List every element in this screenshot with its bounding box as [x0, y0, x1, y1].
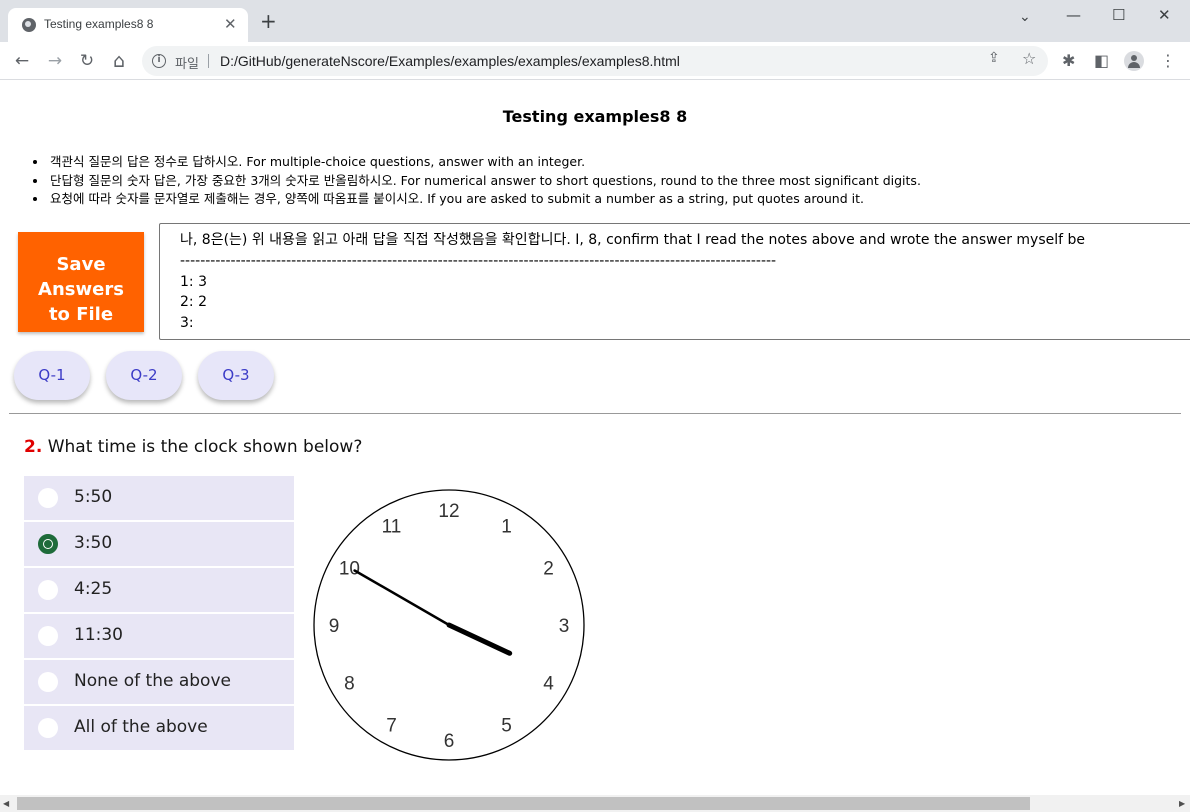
option-label: None of the above: [74, 671, 231, 691]
clock-numeral: 5: [501, 716, 512, 737]
clock-numeral: 8: [344, 674, 355, 695]
clock-numeral: 7: [386, 716, 397, 737]
clock-numeral: 1: [501, 516, 512, 537]
section-divider: [9, 413, 1181, 414]
back-button[interactable]: ←: [11, 50, 33, 72]
scroll-left-icon[interactable]: ◀: [3, 799, 9, 808]
answer-option[interactable]: 11:30: [24, 614, 294, 658]
option-label: 5:50: [74, 487, 113, 507]
question-prompt: 2. What time is the clock shown below?: [24, 437, 362, 457]
radio-button[interactable]: [38, 626, 58, 646]
clock-numeral: 9: [329, 616, 340, 637]
close-window-button[interactable]: ✕: [1158, 4, 1171, 26]
instruction-item: 객관식 질문의 답은 정수로 답하시오. For multiple-choice…: [48, 153, 1148, 172]
maximize-button[interactable]: ☐: [1112, 4, 1125, 26]
address-bar[interactable]: i 파일 D:/GitHub/generateNscore/Examples/e…: [142, 46, 1048, 76]
option-label: All of the above: [74, 717, 208, 737]
clock-numeral: 12: [438, 501, 459, 522]
save-button-line: Save: [56, 253, 106, 275]
extensions-icon[interactable]: ✱: [1062, 51, 1075, 71]
home-button[interactable]: ⌂: [108, 50, 130, 72]
answer-option[interactable]: 4:25: [24, 568, 294, 612]
dash-separator: ----------------------------------------…: [180, 252, 777, 269]
clock-numeral: 3: [559, 616, 570, 637]
radio-button-checked[interactable]: [38, 534, 58, 554]
instruction-item: 단답형 질문의 숫자 답은, 가장 중요한 3개의 숫자로 반올림하시오. Fo…: [48, 172, 1148, 191]
profile-avatar-icon[interactable]: [1124, 51, 1144, 71]
url-text[interactable]: D:/GitHub/generateNscore/Examples/exampl…: [220, 53, 680, 69]
bookmark-star-icon[interactable]: ☆: [1022, 49, 1036, 68]
clock-numeral: 4: [543, 674, 554, 695]
side-panel-icon[interactable]: ◧: [1094, 51, 1109, 71]
horizontal-scrollbar[interactable]: ◀ ▶: [0, 795, 1190, 812]
scrollbar-thumb[interactable]: [17, 797, 1030, 810]
answer-option[interactable]: None of the above: [24, 660, 294, 704]
instructions-list: 객관식 질문의 답은 정수로 답하시오. For multiple-choice…: [48, 153, 1148, 209]
scheme-label: 파일: [175, 57, 199, 72]
clock-numeral: 2: [543, 559, 554, 580]
answer-option-selected[interactable]: 3:50: [24, 522, 294, 566]
close-tab-icon[interactable]: ✕: [224, 14, 237, 34]
answer-line: 3:: [180, 315, 194, 332]
instruction-item: 요청에 따라 숫자를 문자열로 제출해는 경우, 양쪽에 따옴표를 붙이시오. …: [48, 190, 1148, 209]
address-divider: [208, 54, 209, 68]
clock-numeral: 10: [339, 559, 360, 580]
answers-textarea[interactable]: 나, 8은(는) 위 내용을 읽고 아래 답을 직접 작성했음을 확인합니다. …: [159, 223, 1190, 340]
browser-tab[interactable]: Testing examples8 8 ✕: [8, 8, 248, 42]
answer-line: 2: 2: [180, 294, 207, 311]
radio-button[interactable]: [38, 580, 58, 600]
option-label: 4:25: [74, 579, 113, 599]
question-text: What time is the clock shown below?: [47, 437, 363, 457]
question-number: 2.: [24, 437, 43, 457]
new-tab-button[interactable]: +: [260, 10, 277, 32]
answer-option[interactable]: All of the above: [24, 706, 294, 750]
radio-button[interactable]: [38, 718, 58, 738]
clock-numeral: 6: [444, 731, 455, 752]
browser-toolbar: ← → ↻ ⌂ i 파일 D:/GitHub/generateNscore/Ex…: [0, 42, 1190, 80]
menu-kebab-icon[interactable]: ⋮: [1160, 51, 1176, 71]
chevron-down-icon[interactable]: ⌄: [1019, 6, 1031, 28]
save-button-line: Answers: [38, 278, 124, 300]
save-button-line: to File: [48, 303, 114, 325]
share-icon[interactable]: ⇪: [988, 50, 1000, 66]
radio-button[interactable]: [38, 672, 58, 692]
reload-button[interactable]: ↻: [76, 50, 98, 72]
radio-button[interactable]: [38, 488, 58, 508]
confirmation-text: 나, 8은(는) 위 내용을 읽고 아래 답을 직접 작성했음을 확인합니다. …: [180, 232, 1085, 248]
option-label: 3:50: [74, 533, 113, 553]
analog-clock: 121234567891011: [313, 489, 585, 761]
page-title: Testing examples8 8: [502, 107, 688, 126]
answer-option[interactable]: 5:50: [24, 476, 294, 520]
info-icon[interactable]: i: [152, 54, 166, 68]
tab-title: Testing examples8 8: [44, 17, 154, 31]
browser-titlebar: Testing examples8 8 ✕ + ⌄ — ☐ ✕: [0, 0, 1190, 42]
question-nav-q1[interactable]: Q-1: [14, 351, 90, 400]
globe-icon: [22, 18, 36, 32]
question-nav-q2[interactable]: Q-2: [106, 351, 182, 400]
clock-numeral: 11: [382, 516, 402, 537]
answer-line: 1: 3: [180, 273, 207, 290]
minimize-button[interactable]: —: [1066, 4, 1081, 26]
option-label: 11:30: [74, 625, 123, 645]
question-nav-q3[interactable]: Q-3: [198, 351, 274, 400]
scroll-right-icon[interactable]: ▶: [1179, 799, 1185, 808]
forward-button[interactable]: →: [44, 50, 66, 72]
save-answers-button[interactable]: Save Answers to File: [18, 232, 144, 332]
